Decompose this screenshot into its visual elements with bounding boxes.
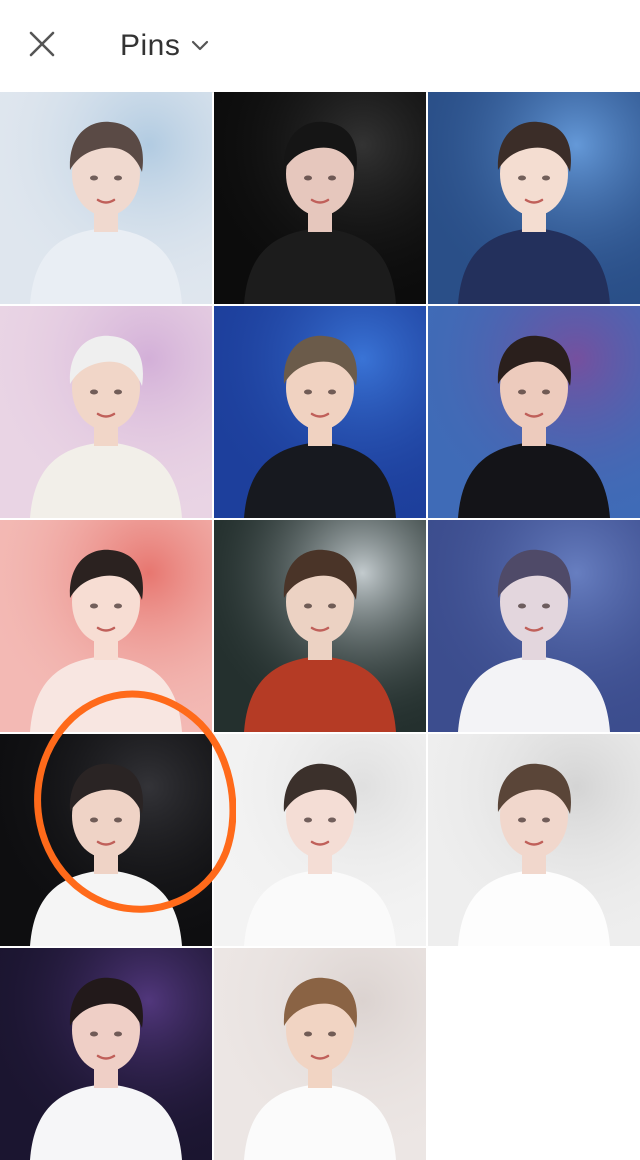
close-icon	[29, 31, 55, 57]
pin-image[interactable]	[0, 92, 212, 304]
pin-image[interactable]	[428, 520, 640, 732]
pin-photo	[428, 734, 640, 946]
pin-image[interactable]	[428, 306, 640, 518]
top-bar: Pins	[0, 0, 640, 92]
pin-image[interactable]	[428, 734, 640, 946]
pin-photo	[214, 306, 426, 518]
pin-photo	[0, 92, 212, 304]
pin-image[interactable]	[0, 734, 212, 946]
pin-image[interactable]	[0, 948, 212, 1160]
page-title: Pins	[120, 29, 181, 62]
pin-image[interactable]	[214, 306, 426, 518]
pin-photo	[0, 734, 212, 946]
chevron-down-icon	[192, 40, 209, 51]
pin-image[interactable]	[214, 948, 426, 1160]
pin-photo	[214, 92, 426, 304]
board-selector[interactable]: Pins	[120, 26, 210, 66]
pin-image[interactable]	[0, 520, 212, 732]
pin-photo	[0, 306, 212, 518]
pin-photo	[428, 520, 640, 732]
pin-image[interactable]	[428, 92, 640, 304]
pin-image[interactable]	[214, 92, 426, 304]
pin-photo	[0, 520, 212, 732]
pin-photo	[214, 520, 426, 732]
pin-photo	[428, 306, 640, 518]
close-button[interactable]	[22, 24, 62, 64]
pin-photo	[214, 948, 426, 1160]
pin-photo	[0, 948, 212, 1160]
pin-image[interactable]	[214, 520, 426, 732]
pin-photo	[214, 734, 426, 946]
pin-image[interactable]	[0, 306, 212, 518]
pin-image[interactable]	[214, 734, 426, 946]
pin-photo	[428, 92, 640, 304]
pin-grid	[0, 92, 640, 1160]
